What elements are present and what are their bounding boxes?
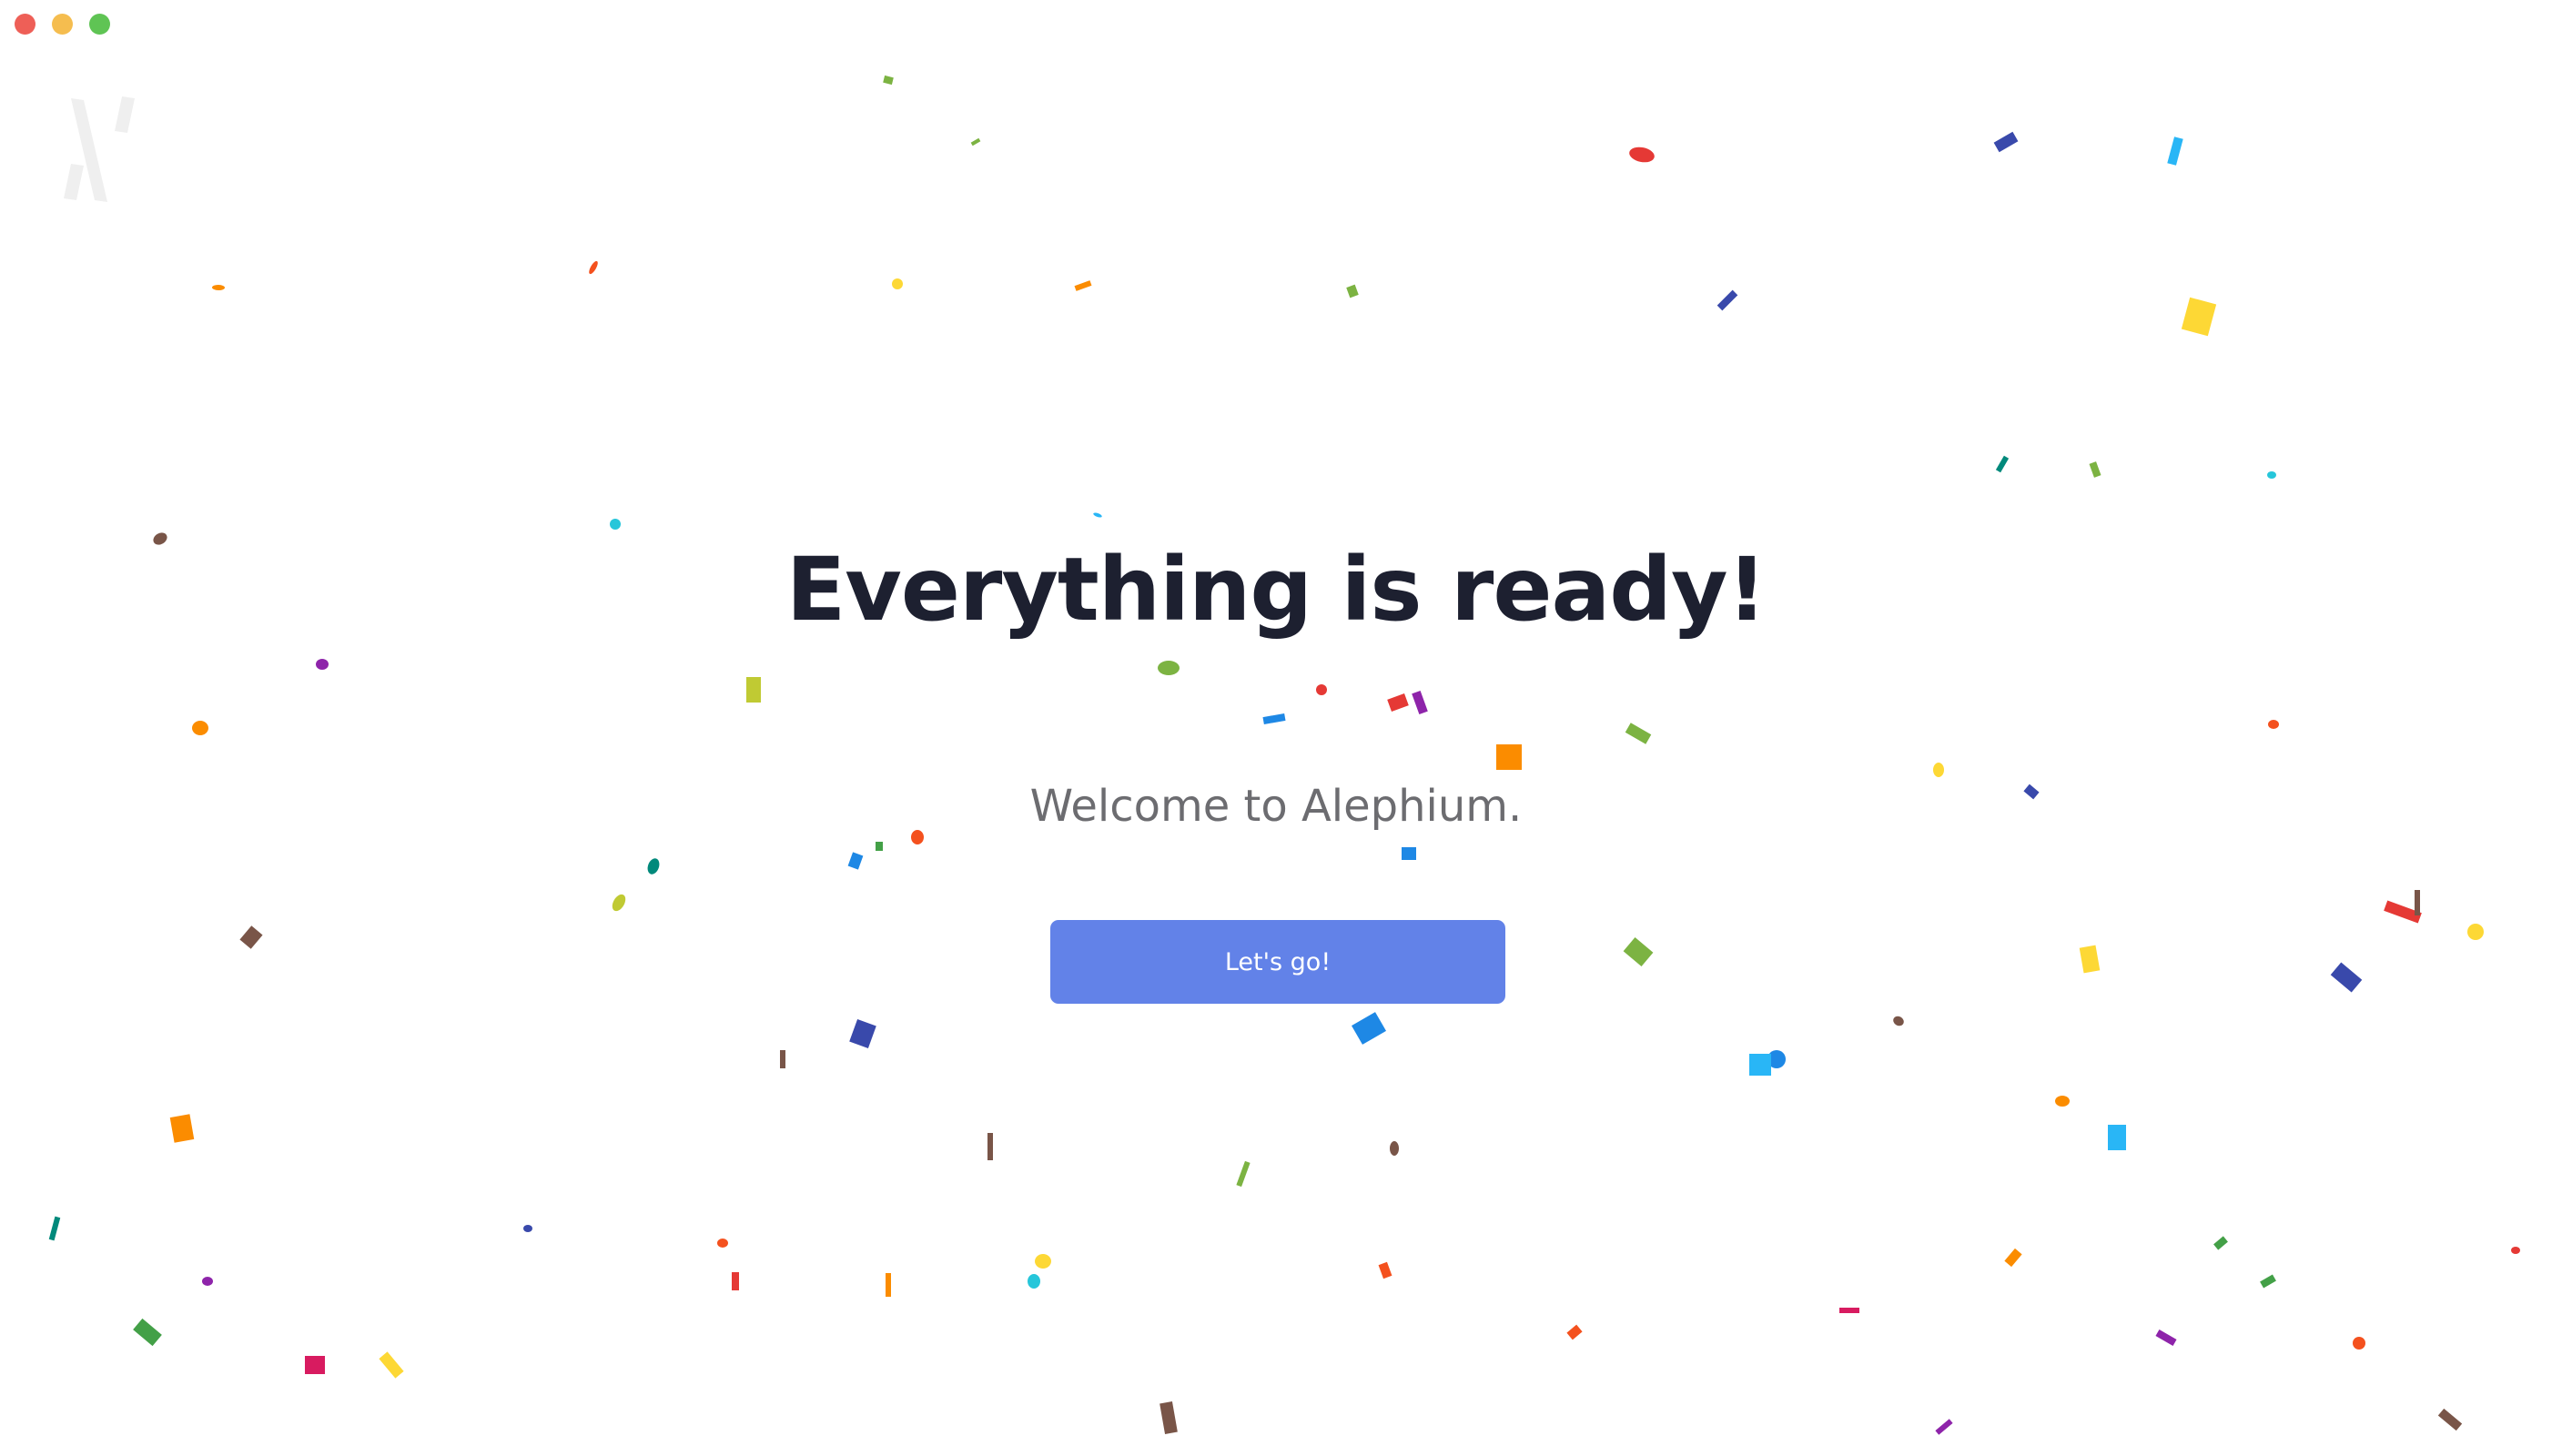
confetti-piece [589, 260, 598, 275]
confetti-piece [169, 1114, 195, 1143]
confetti-piece [1993, 131, 2019, 153]
confetti-piece [1893, 1016, 1904, 1026]
lets-go-button[interactable]: Let's go! [1050, 920, 1505, 1004]
confetti-piece [717, 1239, 728, 1248]
confetti-piece [1093, 512, 1102, 518]
confetti-piece [612, 894, 626, 912]
confetti-piece [1717, 289, 1738, 311]
confetti-piece [1625, 723, 1652, 744]
confetti-piece [1028, 1274, 1040, 1289]
confetti-piece [1387, 693, 1409, 712]
confetti-piece [1378, 1261, 1392, 1279]
confetti-piece [316, 659, 329, 670]
confetti-piece [2415, 890, 2420, 915]
confetti-piece [2079, 945, 2101, 974]
window-minimize-button[interactable] [52, 14, 73, 35]
confetti-piece [379, 1351, 404, 1379]
confetti-piece [2089, 461, 2101, 478]
confetti-piece [523, 1225, 532, 1232]
confetti-piece [212, 284, 225, 291]
confetti-piece [2055, 1096, 2070, 1107]
confetti-piece [1346, 284, 1359, 298]
confetti-piece [2181, 297, 2217, 337]
confetti-piece [746, 677, 761, 703]
window-maximize-button[interactable] [89, 14, 110, 35]
confetti-piece [2108, 1125, 2126, 1150]
confetti-piece [1316, 684, 1327, 695]
confetti-piece [1749, 1054, 1771, 1076]
confetti-piece [2260, 1274, 2276, 1289]
confetti-piece [1236, 1160, 1251, 1188]
alephium-logo-icon [64, 96, 135, 202]
confetti-layer [48, 75, 2520, 1435]
confetti-piece [1767, 1050, 1786, 1068]
confetti-piece [892, 278, 903, 289]
confetti-piece [883, 75, 894, 86]
confetti-piece [1074, 280, 1092, 291]
confetti-piece [2155, 1330, 2177, 1346]
confetti-piece [2167, 136, 2183, 166]
confetti-piece [911, 830, 924, 844]
confetti-piece [2213, 1236, 2228, 1250]
confetti-piece [1262, 713, 1286, 725]
confetti-piece [1629, 147, 1655, 163]
confetti-piece [1935, 1419, 1953, 1435]
confetti-piece [2511, 1247, 2520, 1254]
confetti-piece [1402, 847, 1416, 860]
confetti-piece [239, 925, 263, 949]
confetti-piece [1160, 1401, 1178, 1434]
confetti-piece [48, 1216, 61, 1241]
confetti-piece [780, 1050, 785, 1068]
confetti-piece [610, 519, 621, 530]
confetti-piece [2437, 1408, 2463, 1431]
confetti-piece [647, 858, 660, 875]
confetti-piece [192, 721, 208, 735]
page-title: Everything is ready! [785, 539, 1767, 641]
confetti-piece [732, 1272, 739, 1290]
confetti-piece [202, 1277, 213, 1286]
app-window: Everything is ready! Welcome to Alephium… [0, 0, 2552, 1456]
confetti-piece [1623, 936, 1654, 967]
welcome-subtitle: Welcome to Alephium. [1029, 781, 1523, 832]
confetti-piece [970, 137, 981, 147]
confetti-piece [1390, 1141, 1399, 1156]
confetti-piece [1412, 691, 1428, 714]
confetti-piece [1839, 1308, 1859, 1313]
confetti-piece [2384, 900, 2422, 924]
confetti-piece [305, 1356, 325, 1374]
confetti-piece [1035, 1254, 1051, 1269]
confetti-piece [1566, 1324, 1583, 1340]
confetti-piece [2467, 924, 2484, 940]
confetti-piece [2353, 1337, 2365, 1350]
confetti-piece [1352, 1012, 1386, 1045]
confetti-piece [2330, 962, 2363, 993]
confetti-piece [849, 1019, 876, 1048]
confetti-piece [1496, 744, 1522, 770]
confetti-piece [2267, 471, 2276, 479]
confetti-piece [847, 852, 864, 870]
confetti-piece [987, 1133, 993, 1160]
confetti-piece [2004, 1248, 2022, 1268]
confetti-piece [886, 1273, 891, 1297]
confetti-piece [2268, 720, 2279, 729]
window-close-button[interactable] [15, 14, 35, 35]
confetti-piece [876, 842, 883, 851]
confetti-piece [133, 1318, 162, 1347]
confetti-piece [1933, 763, 1944, 777]
confetti-piece [1158, 661, 1180, 675]
confetti-piece [1995, 455, 2010, 473]
